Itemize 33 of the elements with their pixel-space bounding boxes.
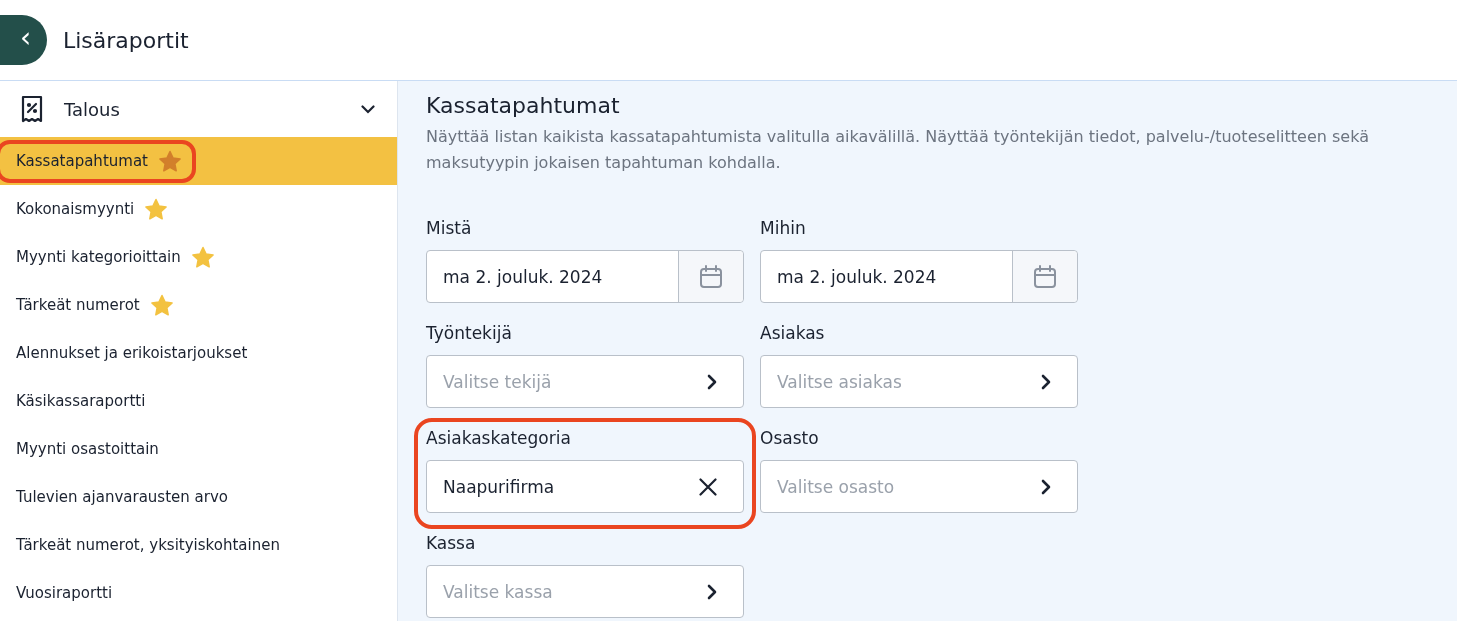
select-field[interactable]: Naapurifirma	[426, 460, 744, 513]
field-label: Mihin	[760, 218, 807, 238]
date-field[interactable]: ma 2. jouluk. 2024	[760, 250, 1078, 303]
date-field[interactable]: ma 2. jouluk. 2024	[426, 250, 744, 303]
receipt-percent-icon	[20, 95, 44, 123]
report-item[interactable]: Vuosiraportti	[0, 569, 397, 617]
field-label: Asiakas	[760, 323, 826, 343]
page-title: Lisäraportit	[63, 27, 189, 53]
report-item[interactable]: Tulevien ajanvarausten arvo	[0, 473, 397, 521]
report-item[interactable]: Tärkeät numerot, yksityiskohtainen	[0, 521, 397, 569]
field-label: Mistä	[426, 218, 473, 238]
report-title: Kassatapahtumat	[426, 93, 621, 118]
chevron-right-icon	[707, 373, 717, 390]
report-item[interactable]: Käsikassaraportti	[0, 377, 397, 425]
field-label: Työntekijä	[426, 323, 513, 343]
calendar-icon	[1032, 263, 1058, 290]
report-item[interactable]: Myynti kategorioittain	[0, 233, 397, 281]
report-item[interactable]: Tärkeät numerot	[0, 281, 397, 329]
field-label: Osasto	[760, 428, 820, 448]
report-description: Näyttää listan kaikista kassatapahtumista valitulla aikavälillä. Näyttää työntekijän tiedot, palvelu-/tuoteselitteen sekä maksutyypin jokaisen tapahtuman kohdalla.	[426, 126, 1370, 174]
chevron-right-icon	[1041, 373, 1051, 390]
field-label: Asiakaskategoria	[426, 428, 572, 448]
chevron-right-icon	[707, 583, 717, 600]
calendar-icon	[698, 263, 724, 290]
field-label: Kassa	[426, 533, 477, 553]
close-icon[interactable]	[699, 477, 717, 496]
report-item[interactable]: Alennukset ja erikoistarjoukset	[0, 329, 397, 377]
report-item[interactable]: Kokonaismyynti	[0, 185, 397, 233]
report-item[interactable]: Myynti osastoittain	[0, 425, 397, 473]
category-header[interactable]: Talous	[0, 81, 397, 137]
back-button[interactable]: ‹	[0, 15, 47, 65]
report-item[interactable]: Kassatapahtumat	[0, 137, 397, 185]
chevron-right-icon	[1041, 478, 1051, 495]
